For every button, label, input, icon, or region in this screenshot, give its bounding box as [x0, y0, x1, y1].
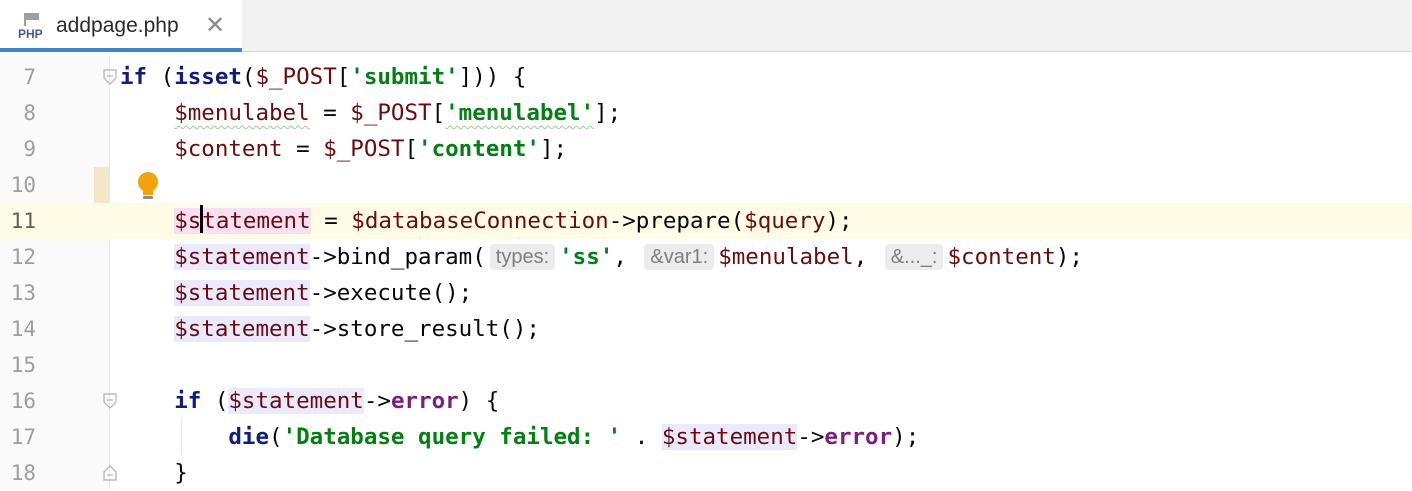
- code-line-current[interactable]: 11 $statement = $databaseConnection->pre…: [0, 203, 1412, 239]
- editor-tab-bar: PHP addpage.php ✕: [0, 0, 1412, 52]
- code-text: $statement = $databaseConnection->prepar…: [120, 203, 853, 239]
- parameter-hint-var1: &var1:: [644, 244, 715, 270]
- line-number: 13: [10, 281, 36, 305]
- line-number: 9: [23, 137, 36, 161]
- line-number: 14: [10, 317, 36, 341]
- parameter-hint-vars: &..._:: [884, 244, 944, 270]
- code-editor[interactable]: 7 if (isset($_POST['submit'])) { 8 $menu…: [0, 53, 1412, 490]
- code-line[interactable]: 8 $menulabel = $_POST['menulabel'];: [0, 95, 1412, 131]
- fold-collapse-icon[interactable]: [103, 393, 117, 409]
- code-text: die('Database query failed: ' . $stateme…: [228, 424, 920, 450]
- line-number: 16: [10, 389, 36, 413]
- code-text: if (isset($_POST['submit'])) {: [120, 64, 527, 90]
- code-line[interactable]: 18 }: [0, 455, 1412, 491]
- php-file-icon: PHP: [18, 13, 48, 40]
- code-line[interactable]: 7 if (isset($_POST['submit'])) {: [0, 59, 1412, 95]
- line-number: 15: [10, 353, 36, 377]
- php-file-icon-label: PHP: [18, 27, 43, 40]
- line-number: 8: [23, 101, 36, 125]
- change-marker[interactable]: [94, 167, 110, 203]
- tab-filename: addpage.php: [56, 14, 179, 37]
- code-line[interactable]: 17 die('Database query failed: ' . $stat…: [0, 419, 1412, 455]
- line-number: 11: [10, 209, 36, 233]
- code-text: $statement->store_result();: [174, 316, 540, 342]
- code-text: $menulabel = $_POST['menulabel'];: [174, 100, 622, 126]
- code-line[interactable]: 14 $statement->store_result();: [0, 311, 1412, 347]
- line-number: 12: [10, 245, 36, 269]
- line-number: 10: [10, 173, 36, 197]
- tab-close-icon[interactable]: ✕: [205, 12, 225, 40]
- lightbulb-intention-icon[interactable]: [134, 170, 164, 204]
- code-text: if ($statement->error) {: [174, 388, 500, 414]
- code-text: }: [174, 460, 188, 486]
- code-line[interactable]: 10: [0, 167, 1412, 203]
- code-line[interactable]: 13 $statement->execute();: [0, 275, 1412, 311]
- line-number: 17: [10, 425, 36, 449]
- code-text: $statement->execute();: [174, 280, 473, 306]
- indent-guide: [181, 419, 182, 455]
- code-line[interactable]: 15: [0, 347, 1412, 383]
- parameter-hint-types: types:: [489, 244, 556, 270]
- fold-end-icon[interactable]: [103, 465, 117, 481]
- code-line[interactable]: 16 if ($statement->error) {: [0, 383, 1412, 419]
- fold-collapse-icon[interactable]: [103, 69, 117, 85]
- line-number: 7: [23, 65, 36, 89]
- tab-addpage-php[interactable]: PHP addpage.php ✕: [0, 0, 242, 52]
- code-text: $content = $_POST['content'];: [174, 136, 568, 162]
- line-number: 18: [10, 461, 36, 485]
- code-text: $statement->bind_param(types:'ss', &var1…: [174, 244, 1083, 270]
- code-line[interactable]: 9 $content = $_POST['content'];: [0, 131, 1412, 167]
- code-line[interactable]: 12 $statement->bind_param(types:'ss', &v…: [0, 239, 1412, 275]
